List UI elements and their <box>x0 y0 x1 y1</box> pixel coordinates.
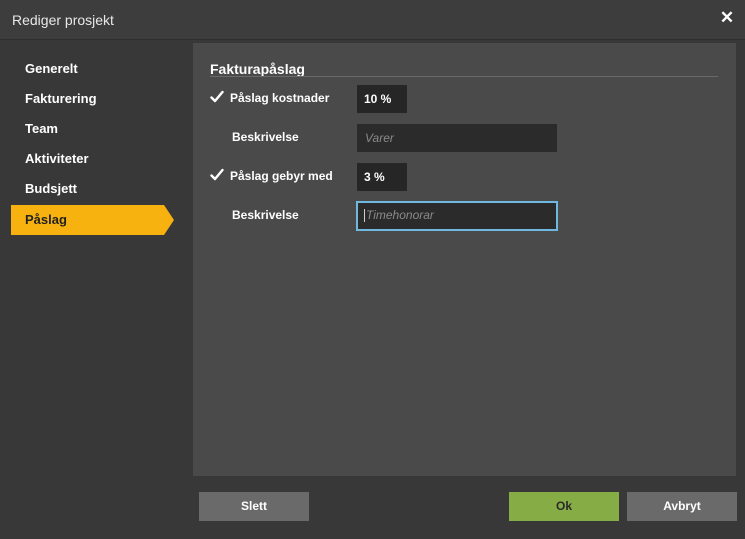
markup-fees-checkbox[interactable] <box>210 168 224 182</box>
markup-costs-label: Påslag kostnader <box>230 91 330 105</box>
markup-costs-description-placeholder: Varer <box>365 131 394 145</box>
sidebar: Generelt Fakturering Team Aktiviteter Bu… <box>0 40 192 476</box>
section-title: Fakturapåslag <box>210 61 305 77</box>
sidebar-item-budsjett[interactable]: Budsjett <box>11 174 164 204</box>
dialog-titlebar: Rediger prosjekt ✕ <box>0 0 745 40</box>
close-icon[interactable]: ✕ <box>719 9 735 26</box>
markup-fees-description-placeholder: Timehonorar <box>366 208 434 222</box>
content-panel: Fakturapåslag Påslag kostnader 10 % Besk… <box>193 43 736 476</box>
markup-fees-description-input[interactable]: Timehonorar <box>356 201 558 231</box>
sidebar-item-fakturering[interactable]: Fakturering <box>11 84 164 114</box>
sidebar-item-generelt[interactable]: Generelt <box>11 54 164 84</box>
delete-button[interactable]: Slett <box>199 492 309 521</box>
sidebar-item-paslag[interactable]: Påslag <box>11 205 174 235</box>
markup-costs-description-label: Beskrivelse <box>232 130 299 144</box>
text-caret <box>364 209 365 223</box>
sidebar-item-team[interactable]: Team <box>11 114 164 144</box>
dialog-title: Rediger prosjekt <box>12 12 114 28</box>
markup-costs-input[interactable]: 10 % <box>357 85 407 113</box>
edit-project-dialog: Rediger prosjekt ✕ Generelt Fakturering … <box>0 0 745 539</box>
sidebar-item-aktiviteter[interactable]: Aktiviteter <box>11 144 164 174</box>
markup-costs-checkbox[interactable] <box>210 90 224 104</box>
markup-fees-description-label: Beskrivelse <box>232 208 299 222</box>
markup-fees-input[interactable]: 3 % <box>357 163 407 191</box>
cancel-button[interactable]: Avbryt <box>627 492 737 521</box>
ok-button[interactable]: Ok <box>509 492 619 521</box>
check-icon <box>210 90 224 103</box>
markup-costs-description-input[interactable]: Varer <box>357 124 557 152</box>
check-icon <box>210 168 224 181</box>
markup-fees-label: Påslag gebyr med <box>230 169 333 183</box>
section-divider <box>210 76 718 77</box>
